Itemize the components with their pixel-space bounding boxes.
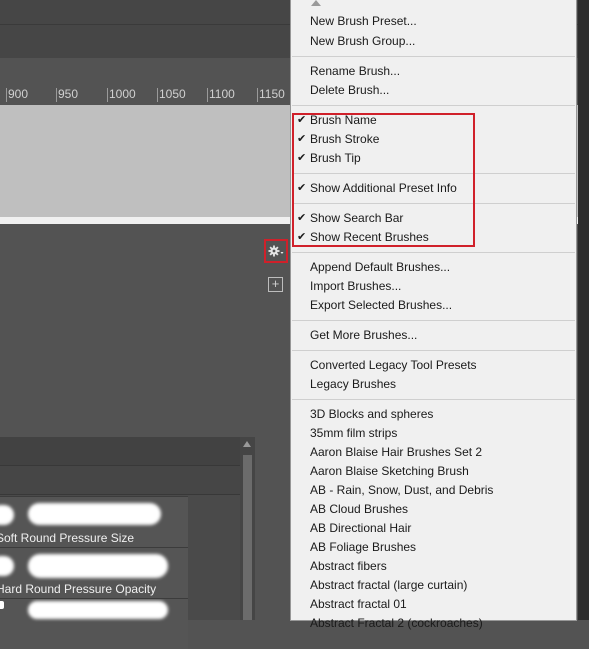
menu-item-export-selected-brushes[interactable]: Export Selected Brushes...	[310, 298, 452, 313]
menu-item-import-brushes[interactable]: Import Brushes...	[310, 279, 401, 294]
menu-item-library[interactable]: Abstract fractal (large curtain)	[310, 578, 467, 593]
menu-item-library[interactable]: AB - Rain, Snow, Dust, and Debris	[310, 483, 493, 498]
brush-tip-preview	[0, 505, 14, 525]
ruler-tick: 1100	[207, 87, 235, 102]
brush-tip-preview	[0, 556, 14, 576]
brush-name: Soft Round Pressure Size	[0, 531, 135, 545]
brush-stroke-preview	[28, 554, 168, 578]
plus-icon: +	[271, 276, 280, 291]
window-edge	[578, 0, 589, 620]
gear-icon	[268, 245, 284, 257]
menu-item-delete-brush[interactable]: Delete Brush...	[310, 83, 389, 98]
panel-settings-button[interactable]	[264, 239, 288, 263]
menu-separator	[292, 56, 575, 57]
menu-item-new-brush-preset[interactable]: New Brush Preset...	[310, 14, 417, 29]
menu-item-rename-brush[interactable]: Rename Brush...	[310, 64, 400, 79]
menu-item-library[interactable]: Abstract fractal 01	[310, 597, 407, 612]
brush-name: Hard Round Pressure Opacity	[0, 582, 157, 596]
menu-separator	[292, 252, 575, 253]
menu-separator	[292, 320, 575, 321]
menu-item-library[interactable]: AB Cloud Brushes	[310, 502, 408, 517]
menu-item-library[interactable]: Abstract fibers	[310, 559, 387, 574]
menu-separator	[292, 350, 575, 351]
menu-item-library[interactable]: AB Foliage Brushes	[310, 540, 416, 555]
ruler-tick: 1150	[257, 87, 285, 102]
ruler-tick: 900	[6, 87, 29, 102]
brush-list: Soft Round Pressure Size Hard Round Pres…	[0, 437, 255, 649]
menu-item-append-default-brushes[interactable]: Append Default Brushes...	[310, 260, 450, 275]
scroll-up-arrow-icon[interactable]	[243, 441, 251, 447]
brush-list-header	[0, 437, 240, 466]
ruler-tick: 950	[56, 87, 79, 102]
menu-item-legacy-brushes[interactable]: Legacy Brushes	[310, 377, 396, 392]
brushes-panel-menu: New Brush Preset... New Brush Group... R…	[290, 0, 577, 630]
brush-group-row	[0, 466, 240, 495]
menu-scroll-up-icon[interactable]	[311, 0, 321, 6]
new-brush-button[interactable]: +	[268, 277, 283, 292]
brush-stroke-preview	[28, 503, 161, 525]
menu-item-new-brush-group[interactable]: New Brush Group...	[310, 34, 415, 49]
menu-item-library[interactable]: Abstract Fractal 2 (cockroaches)	[310, 616, 483, 631]
menu-item-library[interactable]: AB Directional Hair	[310, 521, 411, 536]
brush-tip-preview	[0, 601, 4, 609]
menu-item-library[interactable]: 35mm film strips	[310, 426, 397, 441]
brush-item[interactable]: Soft Round Pressure Size	[0, 496, 188, 547]
menu-item-library[interactable]: 3D Blocks and spheres	[310, 407, 433, 422]
menu-item-library[interactable]: Aaron Blaise Sketching Brush	[310, 464, 469, 479]
menu-separator	[292, 105, 575, 106]
menu-separator	[292, 399, 575, 400]
scrollbar-thumb[interactable]	[243, 455, 252, 620]
menu-item-get-more-brushes[interactable]: Get More Brushes...	[310, 328, 417, 343]
ruler-tick: 1050	[157, 87, 186, 102]
menu-item-converted-legacy-tool-presets[interactable]: Converted Legacy Tool Presets	[310, 358, 477, 373]
brush-stroke-preview	[28, 601, 168, 619]
brush-item[interactable]	[0, 598, 188, 649]
ruler-tick: 1000	[107, 87, 136, 102]
brush-item[interactable]: Hard Round Pressure Opacity	[0, 547, 188, 598]
brush-list-scrollbar[interactable]	[240, 437, 255, 620]
menu-item-library[interactable]: Aaron Blaise Hair Brushes Set 2	[310, 445, 482, 460]
annotation-highlight-box	[292, 113, 475, 247]
